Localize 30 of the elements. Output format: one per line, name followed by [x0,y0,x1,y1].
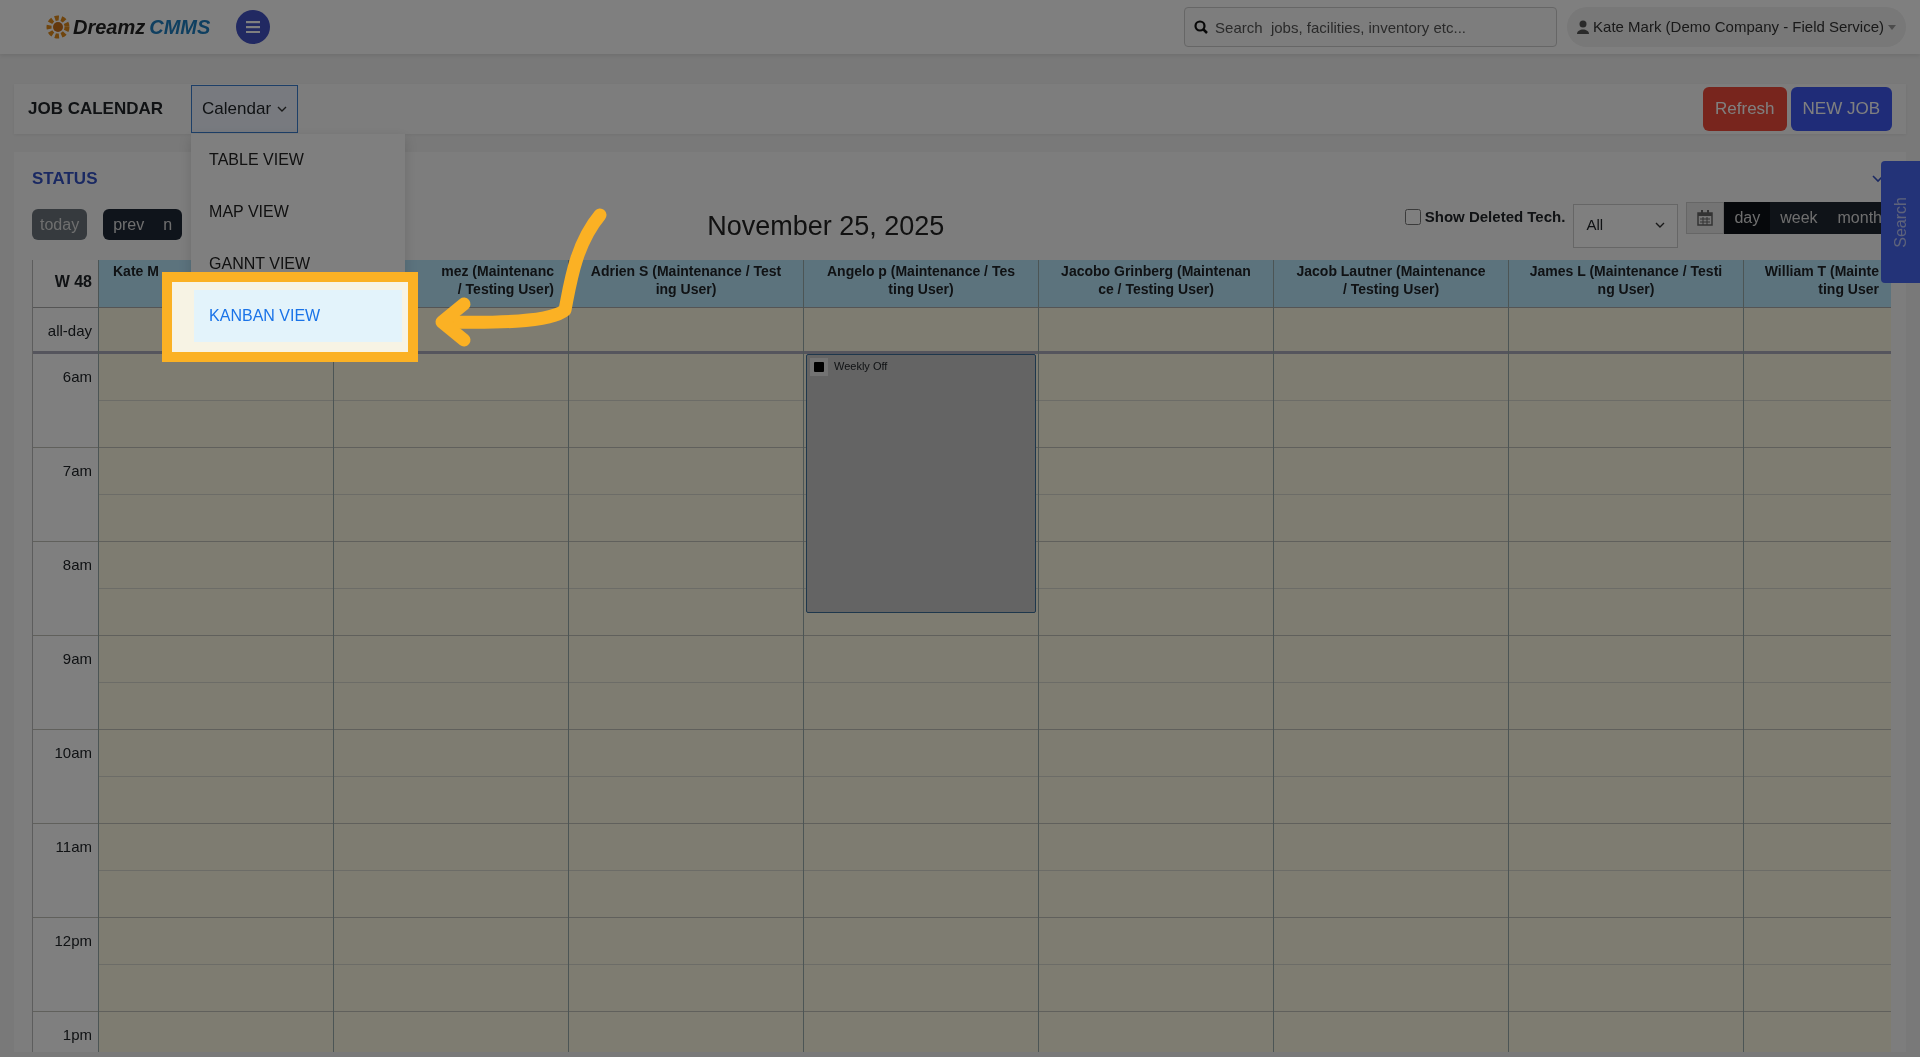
checkbox-label: Show Deleted Tech. [1424,206,1566,227]
new-job-button[interactable]: NEW JOB [1790,87,1892,131]
status-heading: STATUS [32,168,98,190]
brand-name: Dreamz [73,15,146,40]
range-tab[interactable]: week [1770,201,1828,234]
menu-item[interactable]: KANBAN VIEW [194,290,403,342]
search-side-tab[interactable]: Search [1881,161,1920,283]
date-title: November 25, 2025 [707,210,945,244]
menu-item[interactable]: MAP VIEW [191,186,406,238]
tech-filter-select[interactable]: All [1573,203,1679,248]
brand-suffix: CMMS [149,15,211,40]
next-button[interactable]: n [153,209,183,240]
view-dropdown-label: Calendar [202,98,272,121]
column-header: Jacob Lautner (Maintenance / Testing User) [1274,259,1508,308]
column-header: Adrien S (Maintenance / Test ing User) [569,259,803,308]
refresh-button[interactable]: Refresh [1703,87,1787,131]
column-header: Jacobo Grinberg (Maintenan ce / Testing User) [1039,259,1273,308]
search-field[interactable]: Search jobs, facilities, inventory etc... [1184,7,1558,47]
menu-item[interactable]: TABLE VIEW [191,134,406,186]
user-menu[interactable]: Kate Mark (Demo Company - Field Service) [1567,7,1906,47]
page-title: JOB CALENDAR [28,98,164,121]
user-name: Kate Mark (Demo Company - Field Service) [1593,16,1884,37]
prev-button[interactable]: prev [103,209,155,240]
calendar-event[interactable]: Weekly Off [806,353,1036,613]
column-header: Angelo p (Maintenance / Tes ting User) [804,259,1038,308]
event-title: Weekly Off [834,358,888,374]
range-tab[interactable]: day [1724,201,1771,234]
day-column[interactable]: Weekly Off [804,353,1038,1052]
column-header: William T (Mainte ting User [1744,259,1891,308]
column-header: James L (Maintenance / Testi ng User) [1509,259,1743,308]
